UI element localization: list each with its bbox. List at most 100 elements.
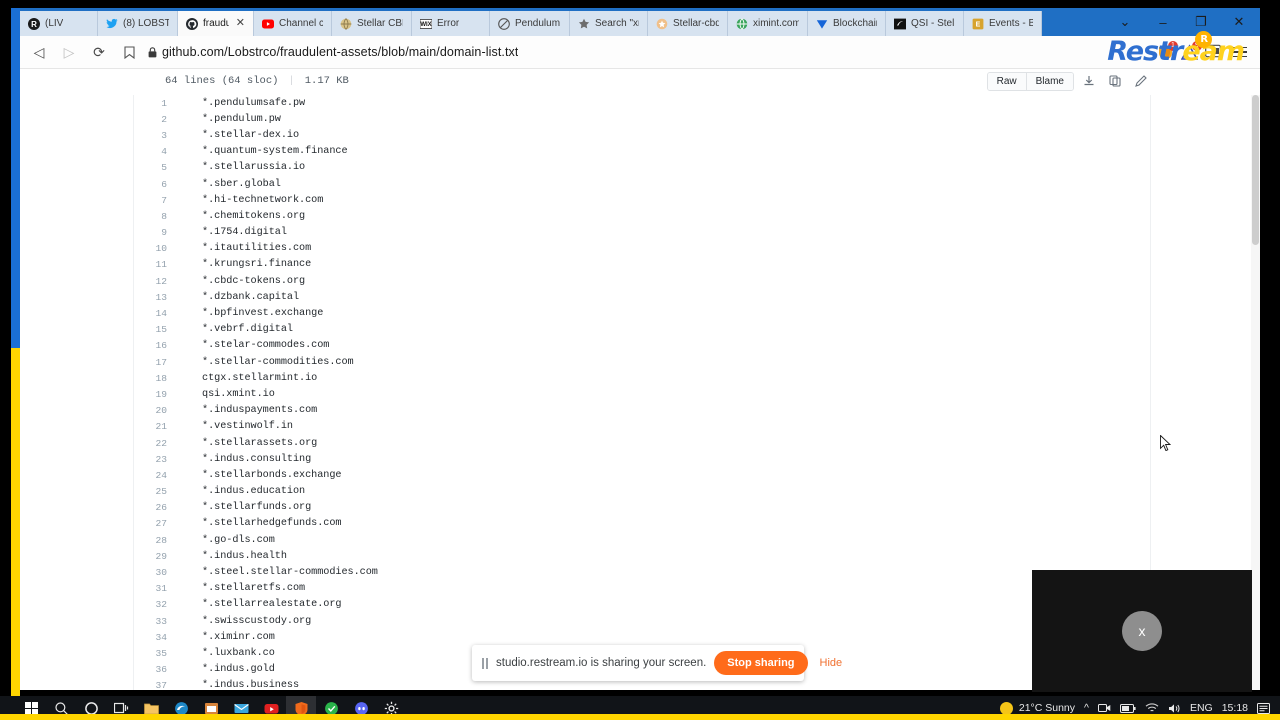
line-number: 12 bbox=[155, 275, 167, 287]
tab-label: Blockchain bbox=[833, 18, 877, 29]
flag-accent-blue bbox=[11, 8, 20, 348]
line-content: *.induspayments.com bbox=[202, 405, 318, 417]
copy-icon[interactable] bbox=[1104, 71, 1126, 91]
tab-search-button[interactable]: ⌄ bbox=[1106, 9, 1144, 35]
sun-icon bbox=[999, 701, 1013, 715]
tab-label: Search "xm bbox=[595, 18, 639, 29]
stop-sharing-button[interactable]: Stop sharing bbox=[714, 651, 808, 675]
line-content: *.vestinwolf.in bbox=[202, 421, 293, 433]
download-icon[interactable] bbox=[1078, 71, 1100, 91]
line-number: 28 bbox=[155, 534, 167, 546]
line-number: 33 bbox=[155, 615, 167, 627]
volume-icon[interactable] bbox=[1168, 703, 1181, 714]
bookmark-icon[interactable] bbox=[116, 45, 142, 59]
clock[interactable]: 15:18 bbox=[1222, 702, 1248, 714]
line-content: *.cbdc-tokens.org bbox=[202, 275, 306, 287]
browser-tab-strip: R (LIV (8) LOBSTR fraudu ✕ Channel co Stellar … bbox=[20, 8, 1260, 36]
browser-tab-2[interactable]: fraudu ✕ bbox=[178, 11, 254, 36]
reload-button[interactable]: ⟳ bbox=[84, 38, 114, 66]
browser-tab-1[interactable]: (8) LOBSTR bbox=[98, 11, 178, 36]
wifi-icon[interactable] bbox=[1145, 703, 1159, 713]
reading-list-icon[interactable] bbox=[1205, 44, 1221, 61]
code-line: 16 *.stelar-commodes.com bbox=[134, 338, 1150, 354]
browser-tab-8[interactable]: Stellar-cbd bbox=[648, 11, 728, 36]
file-actions: Raw Blame bbox=[986, 69, 1152, 93]
window-controls: ⌄ – ❐ ✕ bbox=[1106, 8, 1260, 36]
line-content: ctgx.stellarmint.io bbox=[202, 372, 318, 384]
browser-tab-3[interactable]: Channel co bbox=[254, 11, 332, 36]
webcam-overlay[interactable]: x bbox=[1032, 570, 1252, 692]
browser-tab-5[interactable]: WIX Error bbox=[412, 11, 490, 36]
hide-button[interactable]: Hide bbox=[816, 657, 847, 669]
browser-tab-10[interactable]: Blockchain bbox=[808, 11, 886, 36]
tab-label: Pendulum bbox=[515, 18, 561, 29]
line-content: *.dzbank.capital bbox=[202, 291, 300, 303]
page-scrollbar[interactable] bbox=[1251, 95, 1260, 690]
mouse-cursor bbox=[1160, 435, 1171, 451]
browser-tab-12[interactable]: E Events - B bbox=[964, 11, 1042, 36]
youtube-icon bbox=[262, 18, 274, 30]
browser-tab-6[interactable]: Pendulum bbox=[490, 11, 570, 36]
line-number: 7 bbox=[161, 194, 167, 206]
share-message: studio.restream.io is sharing your scree… bbox=[496, 657, 707, 669]
language-indicator[interactable]: ENG bbox=[1190, 702, 1213, 714]
chevron-up-icon[interactable]: ^ bbox=[1084, 702, 1089, 714]
line-number: 23 bbox=[155, 453, 167, 465]
forward-button[interactable]: ▷ bbox=[54, 38, 84, 66]
tab-label: Stellar-cbd bbox=[673, 18, 719, 29]
line-content: *.hi-technetwork.com bbox=[202, 194, 324, 206]
line-number: 24 bbox=[155, 469, 167, 481]
page-scrollbar-thumb[interactable] bbox=[1252, 95, 1259, 245]
browser-tab-9[interactable]: ximint.com bbox=[728, 11, 808, 36]
tab-label: Error bbox=[437, 18, 460, 29]
tab-label: (8) LOBSTR bbox=[123, 18, 169, 29]
pause-icon[interactable] bbox=[482, 657, 488, 669]
line-number: 13 bbox=[155, 291, 167, 303]
notification-icon[interactable] bbox=[1257, 702, 1270, 714]
line-content: *.stellar-commodities.com bbox=[202, 356, 354, 368]
code-line: 7 *.hi-technetwork.com bbox=[134, 192, 1150, 208]
blame-button[interactable]: Blame bbox=[1026, 72, 1073, 90]
adblock-warning-icon[interactable]: 9 bbox=[1181, 40, 1202, 61]
line-content: *.luxbank.co bbox=[202, 647, 275, 659]
pencil-icon[interactable] bbox=[1130, 71, 1152, 91]
code-line: 19 qsi.xmint.io bbox=[134, 386, 1150, 402]
close-button[interactable]: ✕ bbox=[1220, 9, 1258, 35]
tab-list: R (LIV (8) LOBSTR fraudu ✕ Channel co Stellar … bbox=[20, 8, 1078, 36]
line-content: *.itautilities.com bbox=[202, 243, 312, 255]
file-code-listing: 1 *.pendulumsafe.pw 2 *.pendulum.pw 3 *.stell… bbox=[133, 95, 1151, 690]
code-line: 8 *.chemitokens.org bbox=[134, 208, 1150, 224]
brave-shields-icon[interactable]: 1 bbox=[1157, 40, 1178, 61]
line-number: 20 bbox=[155, 405, 167, 417]
battery-icon[interactable] bbox=[1119, 703, 1136, 713]
extension-icons: 1 9 bbox=[1157, 40, 1256, 61]
camera-icon[interactable] bbox=[1097, 703, 1111, 713]
line-content: *.stellarassets.org bbox=[202, 437, 318, 449]
minimize-button[interactable]: – bbox=[1144, 9, 1182, 35]
tab-close-icon[interactable]: ✕ bbox=[236, 18, 245, 29]
code-line: 32 *.stellarrealestate.org bbox=[134, 597, 1150, 613]
browser-tab-11[interactable]: QSI - Stell bbox=[886, 11, 964, 36]
line-content: *.indus.consulting bbox=[202, 453, 312, 465]
qsi-icon bbox=[894, 18, 906, 30]
address-bar[interactable]: github.com/Lobstrco/fraudulent-assets/bl… bbox=[116, 39, 1151, 65]
browser-menu-icon[interactable] bbox=[1228, 46, 1252, 58]
code-line: 11 *.krungsri.finance bbox=[134, 257, 1150, 273]
maximize-button[interactable]: ❐ bbox=[1182, 9, 1220, 35]
line-content: *.stellarbonds.exchange bbox=[202, 469, 342, 481]
back-button[interactable]: ◁ bbox=[24, 38, 54, 66]
browser-tab-0[interactable]: R (LIV bbox=[20, 11, 98, 36]
browser-tab-7[interactable]: Search "xm bbox=[570, 11, 648, 36]
globe2-icon bbox=[736, 17, 748, 30]
line-content: qsi.xmint.io bbox=[202, 388, 275, 400]
line-number: 30 bbox=[155, 567, 167, 579]
tab-label: ximint.com bbox=[753, 18, 799, 29]
raw-button[interactable]: Raw bbox=[987, 72, 1027, 90]
browser-tab-4[interactable]: Stellar CBD bbox=[332, 11, 412, 36]
code-line: 12 *.cbdc-tokens.org bbox=[134, 273, 1150, 289]
line-content: *.go-dls.com bbox=[202, 534, 275, 546]
taskbar-weather[interactable]: 21°C Sunny bbox=[999, 701, 1075, 715]
line-number: 26 bbox=[155, 502, 167, 514]
webcam-close-icon[interactable]: x bbox=[1122, 611, 1162, 651]
code-line: 23 *.indus.consulting bbox=[134, 451, 1150, 467]
